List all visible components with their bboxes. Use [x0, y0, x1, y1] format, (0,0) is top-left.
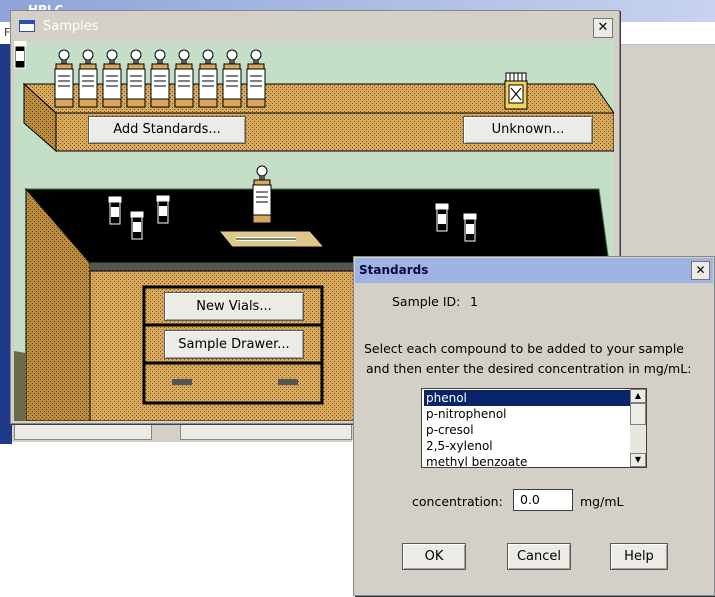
unknown-button[interactable]: Unknown... — [463, 116, 593, 144]
standards-dialog-title: Standards — [359, 263, 429, 277]
compound-option[interactable]: p-cresol — [424, 422, 630, 438]
sample-bottle-on-bench[interactable] — [252, 165, 272, 227]
instructions-line-1: Select each compound to be added to your… — [364, 341, 684, 356]
compound-option[interactable]: p-nitrophenol — [424, 406, 630, 422]
compound-option[interactable]: phenol — [424, 390, 630, 406]
samples-window-title: Samples — [43, 19, 99, 34]
compound-list-scrollbar[interactable]: ▲ ▼ — [630, 389, 646, 467]
concentration-input[interactable]: 0.0 — [513, 489, 573, 511]
unknown-bottle-icon — [504, 72, 528, 110]
compound-listbox[interactable]: phenol p-nitrophenol p-cresol 2,5-xyleno… — [421, 388, 647, 468]
samples-titlebar: Samples ✕ — [13, 13, 617, 41]
scroll-up-icon[interactable]: ▲ — [630, 389, 646, 403]
unknown-bottle[interactable] — [504, 71, 528, 115]
concentration-unit: mg/mL — [580, 494, 624, 509]
cancel-button[interactable]: Cancel — [507, 543, 571, 570]
window-icon — [19, 20, 35, 32]
samples-close-button[interactable]: ✕ — [593, 18, 613, 38]
new-vials-button[interactable]: New Vials... — [164, 292, 304, 321]
scroll-down-icon[interactable]: ▼ — [630, 453, 646, 467]
standards-close-button[interactable]: ✕ — [691, 261, 710, 280]
standard-bottles — [54, 49, 284, 109]
add-standards-button[interactable]: Add Standards... — [88, 116, 246, 144]
standards-dialog: Standards ✕ Sample ID: 1 Select each com… — [353, 256, 715, 596]
standards-titlebar: Standards ✕ — [355, 258, 713, 283]
compound-option[interactable]: 2,5-xylenol — [424, 438, 630, 454]
concentration-label: concentration: — [412, 494, 503, 509]
sample-id-value: 1 — [470, 294, 478, 309]
sample-id-label: Sample ID: — [392, 294, 461, 309]
standard-bottles-icon[interactable] — [54, 49, 284, 109]
scroll-thumb[interactable] — [630, 403, 646, 425]
instructions-line-2: and then enter the desired concentration… — [366, 361, 692, 376]
sample-bottle-icon — [252, 165, 272, 224]
compound-option[interactable]: methyl benzoate — [424, 454, 630, 467]
help-button[interactable]: Help — [610, 543, 668, 570]
sample-drawer-button[interactable]: Sample Drawer... — [164, 330, 304, 359]
ok-button[interactable]: OK — [402, 543, 466, 570]
